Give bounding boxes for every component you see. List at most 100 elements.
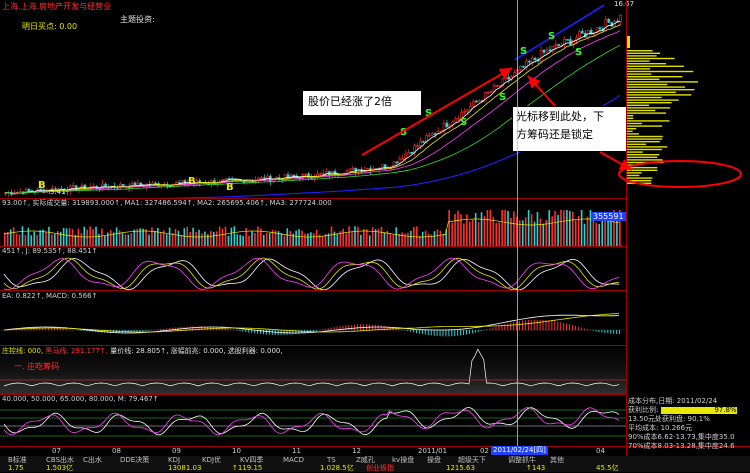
chip-bar — [627, 73, 651, 74]
indicator-tab[interactable]: DDE决策 — [120, 456, 149, 465]
volume-bar — [210, 231, 212, 246]
candle-body — [469, 106, 471, 109]
macd-histogram-bar — [493, 328, 494, 331]
indicator-tab[interactable]: kv操盘 — [392, 456, 414, 465]
macd-histogram-bar — [145, 330, 146, 331]
indicator-tab[interactable]: C出水 — [83, 456, 102, 465]
volume-bar — [598, 224, 600, 246]
macd-histogram-bar — [357, 324, 358, 330]
candle-body — [393, 162, 395, 168]
volume-bar — [298, 229, 300, 246]
volume-bar — [207, 234, 209, 246]
volume-bar — [254, 233, 256, 246]
volume-bar — [295, 231, 297, 246]
candle-body — [558, 45, 560, 46]
volume-bar — [234, 226, 236, 246]
volume-bar — [257, 226, 259, 246]
sell-signal-marker: S — [575, 48, 582, 57]
candle-body — [181, 181, 183, 183]
volume-bar — [322, 236, 324, 246]
macd-histogram-bar — [228, 329, 229, 330]
macd-histogram-bar — [48, 328, 49, 330]
candle-body — [490, 91, 492, 92]
chip-bar — [627, 71, 693, 72]
volume-bar — [557, 215, 559, 246]
volume-bar — [172, 233, 174, 246]
volume-bar — [348, 226, 350, 246]
candle-body — [567, 39, 569, 40]
candle-body — [222, 179, 224, 180]
volume-bar — [569, 211, 571, 246]
volume-bar — [563, 210, 565, 246]
volume-bar — [460, 214, 462, 246]
volume-bar — [101, 228, 103, 246]
macd-histogram-bar — [69, 329, 70, 330]
volume-bar — [357, 227, 359, 246]
profit-ratio-text: 获利比例: — [628, 406, 658, 414]
macd-histogram-bar — [578, 327, 579, 331]
macd-histogram-bar — [139, 330, 140, 332]
candle-body — [322, 173, 324, 174]
volume-bar — [484, 216, 486, 246]
volume-bar — [337, 234, 339, 246]
kdj-chart[interactable] — [0, 254, 626, 294]
macd-histogram-bar — [83, 330, 84, 331]
macd-histogram-bar — [60, 329, 61, 331]
chip-bar — [627, 133, 639, 134]
indicator-tab[interactable]: MACD — [283, 456, 304, 465]
volume-bar — [216, 231, 218, 246]
chip-bar — [627, 86, 685, 87]
candle-body — [528, 61, 530, 62]
average-cost: 平均成本: 10.266元 — [628, 424, 692, 432]
macd-histogram-bar — [572, 325, 573, 330]
candle-body — [72, 186, 74, 187]
volume-bar — [307, 234, 309, 246]
macd-chart[interactable] — [0, 296, 626, 348]
volume-bar — [534, 222, 536, 246]
volume-bar — [166, 234, 168, 246]
volume-bar — [48, 227, 50, 246]
macd-histogram-bar — [66, 329, 67, 330]
macd-histogram-bar — [216, 328, 217, 331]
candle-body — [155, 183, 157, 184]
volume-bar — [248, 236, 250, 246]
candle-body — [455, 119, 457, 122]
volume-bar — [236, 234, 238, 246]
rsi-chart[interactable] — [0, 400, 626, 446]
buy-point-label: 明日买点: 0.00 — [22, 22, 77, 31]
volume-bar — [345, 233, 347, 246]
indicator-tab[interactable]: KDJ优 — [202, 456, 221, 465]
volume-bar — [54, 234, 56, 246]
macd-histogram-bar — [560, 322, 561, 330]
volume-bar — [560, 210, 562, 246]
chip-bar — [627, 149, 662, 150]
volume-bar — [169, 228, 171, 246]
macd-histogram-bar — [460, 330, 461, 335]
macd-histogram-bar — [481, 330, 482, 331]
macd-histogram-bar — [448, 330, 449, 336]
cursor-line[interactable] — [517, 0, 518, 446]
candle-body — [487, 92, 489, 93]
macd-histogram-bar — [454, 330, 455, 336]
volume-bar — [398, 234, 400, 246]
chip-bar — [627, 128, 636, 129]
volume-bar — [16, 234, 18, 246]
volume-bar — [495, 223, 497, 246]
macd-histogram-bar — [537, 320, 538, 331]
volume-bar — [310, 232, 312, 246]
volume-bar — [36, 235, 38, 246]
volume-bar — [289, 231, 291, 246]
volume-bar — [184, 228, 186, 246]
candle-body — [531, 58, 533, 62]
x-tick-label: 08 — [112, 447, 121, 456]
volume-bar — [390, 234, 392, 246]
candle-body — [419, 141, 421, 145]
chip-bar — [627, 94, 691, 95]
indicator-tab[interactable]: 其他 — [550, 456, 564, 465]
macd-histogram-bar — [419, 330, 420, 334]
indicator-tab[interactable]: 操盘 — [427, 456, 441, 465]
macd-histogram-bar — [522, 321, 523, 331]
macd-histogram-bar — [613, 330, 614, 334]
volume-bar — [157, 228, 159, 246]
volume-bar — [213, 232, 215, 246]
